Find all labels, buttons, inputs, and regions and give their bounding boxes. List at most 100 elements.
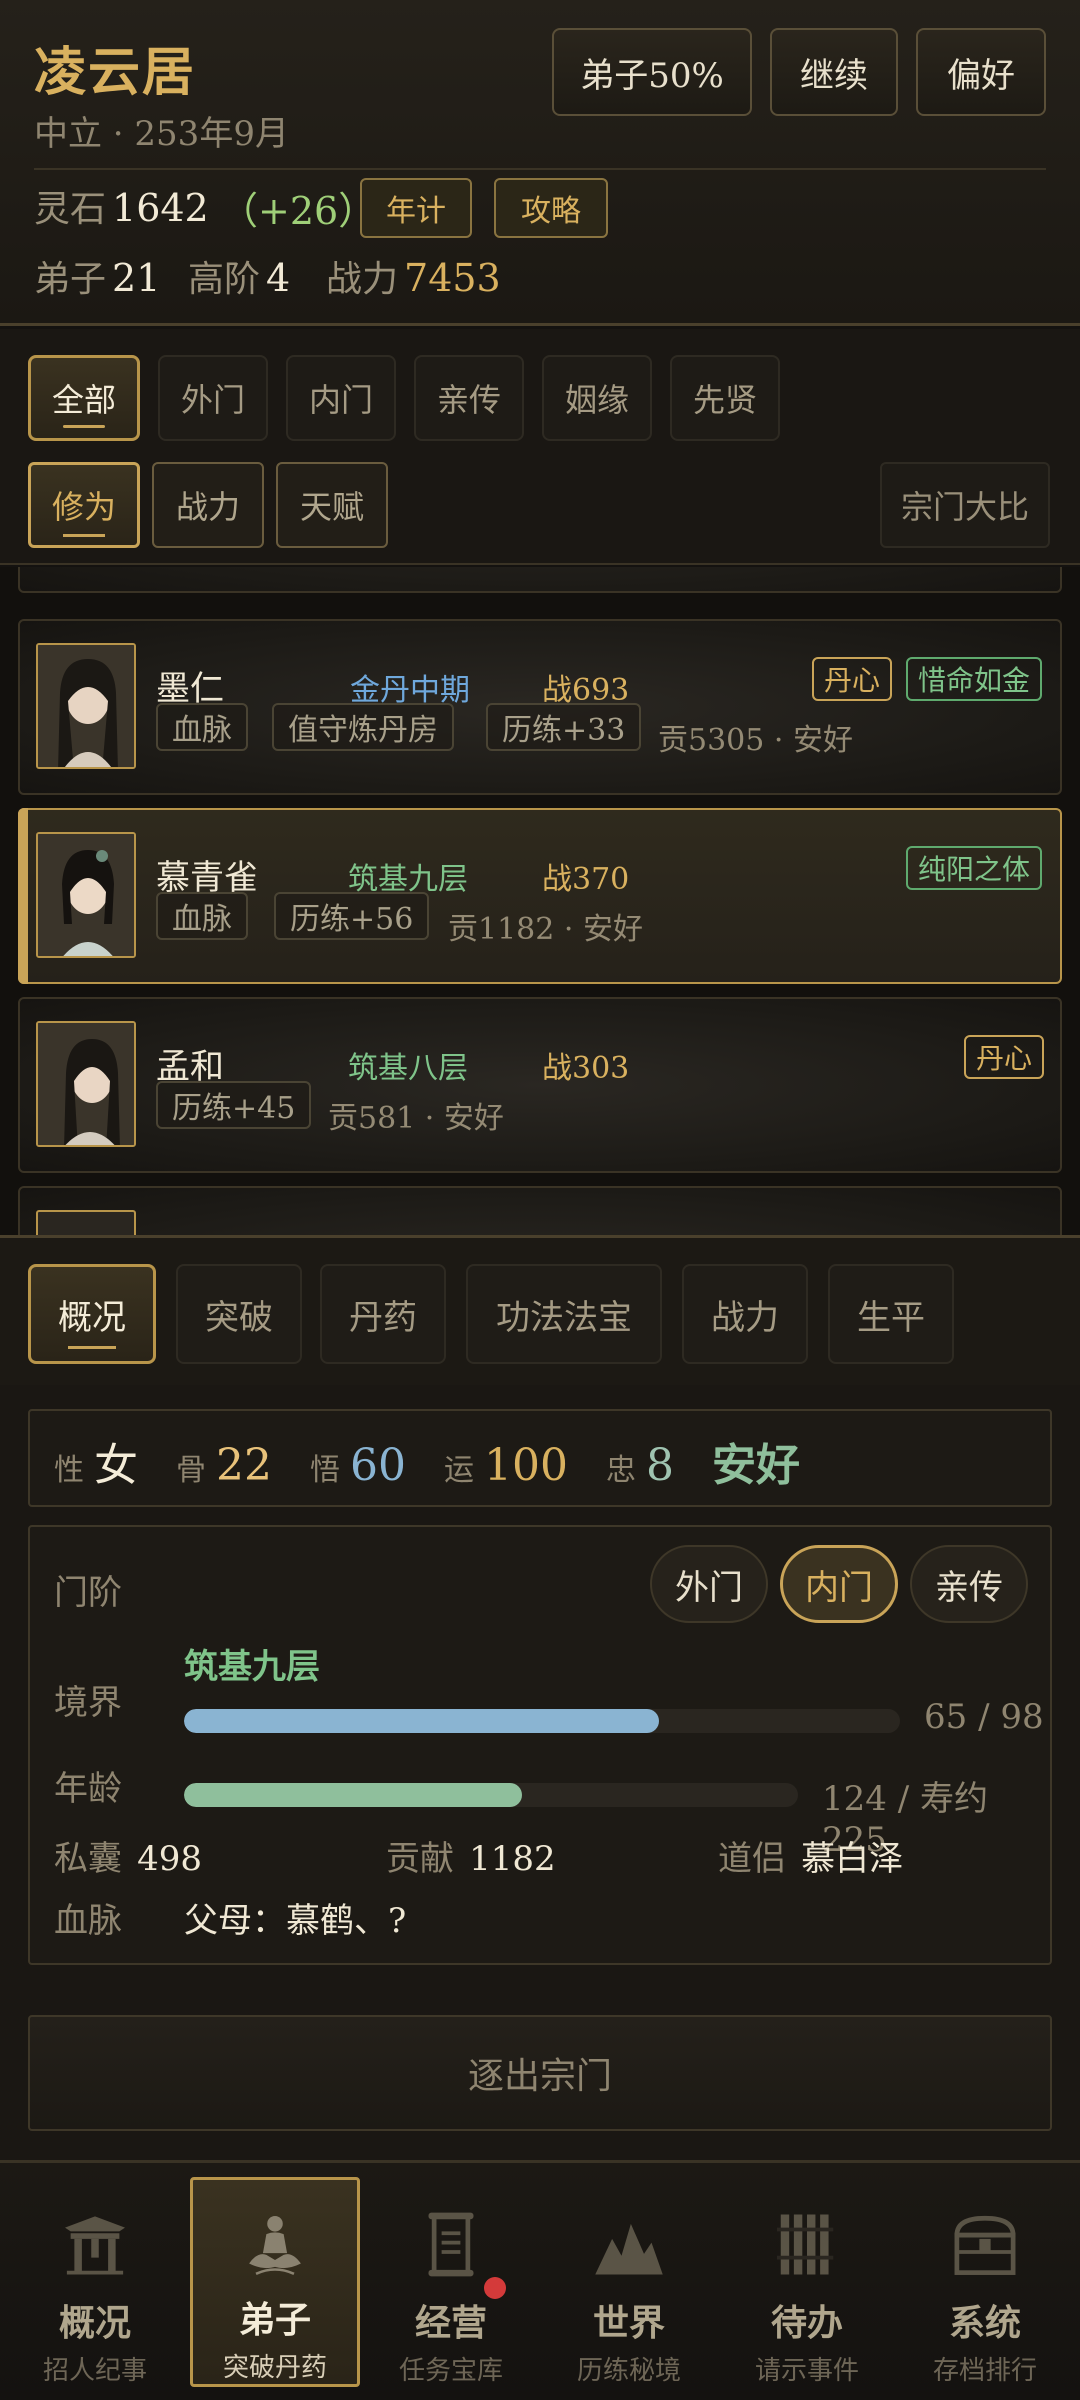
tag-training: 历练+45 (156, 1081, 312, 1129)
age-progress-bar (184, 1783, 798, 1807)
rank-option-direct[interactable]: 亲传 (910, 1545, 1028, 1623)
nav-sublabel: 招人纪事 (42, 2356, 147, 2386)
nav-sublabel: 历练秘境 (576, 2356, 681, 2386)
tag-training: 历练+56 (274, 892, 430, 940)
loyalty-label: 忠 (605, 1453, 636, 1488)
bamboo-slips-icon (777, 2214, 834, 2275)
filter-tab-ancestors[interactable]: 先贤 (670, 355, 780, 441)
bottom-nav: 概况 招人纪事 弟子 突破丹药 经营 任务宝库 世界 历练秘境 待办 请示事件 … (0, 2160, 1080, 2400)
yearly-plan-button[interactable]: 年计 (360, 178, 472, 238)
luck-label: 运 (444, 1453, 474, 1488)
sort-tab-power[interactable]: 战力 (152, 462, 264, 548)
tag-duty: 值守炼丹房 (272, 703, 454, 751)
filter-tab-direct[interactable]: 亲传 (414, 355, 524, 441)
nav-management[interactable]: 经营 任务宝库 (366, 2177, 536, 2387)
nav-label: 弟子 (238, 2299, 311, 2341)
purse-value: 498 (137, 1839, 202, 1879)
rank-option-outer[interactable]: 外门 (650, 1545, 768, 1623)
nav-disciples[interactable]: 弟子 突破丹药 (190, 2177, 360, 2387)
disciple-card[interactable]: 孟和 筑基八层 战303 历练+45 贡581 · 安好 丹心 (18, 997, 1062, 1173)
disciple-card[interactable]: 墨仁 金丹中期 战693 血脉 值守炼丹房 历练+33 贡5305 · 安好 丹… (18, 619, 1062, 795)
senior-count-value: 4 (266, 256, 291, 300)
nav-sublabel: 存档排行 (932, 2356, 1037, 2386)
disciple-list[interactable]: 墨仁 金丹中期 战693 血脉 值守炼丹房 历练+33 贡5305 · 安好 丹… (0, 567, 1080, 1235)
tab-breakthrough[interactable]: 突破 (176, 1264, 302, 1364)
continue-button[interactable]: 继续 (770, 28, 898, 116)
bone-value: 22 (216, 1440, 272, 1491)
nav-label: 经营 (414, 2302, 487, 2344)
sort-tab-talent[interactable]: 天赋 (276, 462, 388, 548)
attribute-row: 性 女 骨 22 悟 60 运 100 忠 8 安好 (28, 1409, 1052, 1507)
gender-value: 女 (94, 1440, 138, 1491)
trait-badge: 惜命如金 (906, 657, 1043, 701)
partner-value: 慕白泽 (801, 1839, 904, 1879)
nav-system[interactable]: 系统 存档排行 (900, 2177, 1070, 2387)
disciple-card-selected[interactable]: 慕青雀 筑基九层 战370 血脉 历练+56 贡1182 · 安好 纯阳之体 (18, 808, 1062, 984)
chest-icon (954, 2215, 1016, 2275)
disciple-ratio-button[interactable]: 弟子50% (552, 28, 752, 116)
sort-tab-cultivation[interactable]: 修为 (28, 462, 140, 548)
nav-sublabel: 突破丹药 (222, 2353, 327, 2383)
senior-count-label: 高阶 (188, 259, 261, 300)
tab-combat-power[interactable]: 战力 (682, 1264, 808, 1364)
guide-button[interactable]: 攻略 (494, 178, 608, 238)
contribution-label: 贡献 (386, 1839, 454, 1879)
nav-label: 概况 (58, 2302, 131, 2344)
purse-label: 私囊 (54, 1839, 122, 1879)
spirit-stone-gain: （+26） (220, 189, 377, 233)
mountain-icon (595, 2223, 663, 2275)
portrait (36, 1210, 136, 1235)
tag-bloodline: 血脉 (156, 892, 248, 940)
disciple-info: 贡581 · 安好 (328, 1101, 504, 1136)
disciple-info: 贡1182 · 安好 (448, 912, 643, 947)
disciple-power: 战370 (542, 862, 630, 897)
realm-progress-bar (184, 1709, 900, 1733)
nav-sublabel: 任务宝库 (398, 2356, 503, 2386)
partner-stat: 道侣 慕白泽 (718, 1831, 903, 1880)
filter-tab-marriage[interactable]: 姻缘 (542, 355, 652, 441)
nav-label: 待办 (770, 2302, 843, 2344)
disciple-info: 贡5305 · 安好 (658, 723, 853, 758)
tag-bloodline: 血脉 (156, 703, 248, 751)
wisdom-value: 60 (350, 1440, 406, 1491)
detail-panel: 性 女 骨 22 悟 60 运 100 忠 8 安好 门阶 外门 内门 亲传 境… (0, 1385, 1080, 2160)
expel-button[interactable]: 逐出宗门 (28, 2015, 1052, 2131)
lineage-label: 血脉 (54, 1901, 122, 1941)
nav-todo[interactable]: 待办 请示事件 (722, 2177, 892, 2387)
filter-tab-inner[interactable]: 内门 (286, 355, 396, 441)
tab-overview[interactable]: 概况 (28, 1264, 156, 1364)
sect-name: 凌云居 (34, 42, 197, 103)
sect-subtitle: 中立 · 253年9月 (34, 114, 289, 154)
tab-biography[interactable]: 生平 (828, 1264, 954, 1364)
realm-value: 筑基九层 (184, 1647, 320, 1687)
disciple-card-partial[interactable] (18, 1186, 1062, 1235)
nav-world[interactable]: 世界 历练秘境 (544, 2177, 714, 2387)
gender-label: 性 (54, 1453, 84, 1488)
disciple-card-partial[interactable] (18, 567, 1062, 593)
preferences-button[interactable]: 偏好 (916, 28, 1046, 116)
disciple-count-label: 弟子 (34, 259, 107, 300)
luck-value: 100 (484, 1440, 568, 1491)
portrait (36, 1021, 136, 1147)
nav-label: 系统 (948, 2302, 1021, 2344)
tab-techniques[interactable]: 功法法宝 (466, 1264, 662, 1364)
rank-option-inner[interactable]: 内门 (780, 1545, 898, 1623)
disciple-count-stat: 弟子 21 (34, 250, 160, 302)
wisdom-label: 悟 (310, 1453, 340, 1488)
sect-compare-button[interactable]: 宗门大比 (880, 462, 1050, 548)
age-progress-fill (184, 1783, 523, 1807)
scroll-icon (428, 2212, 474, 2277)
realm-label: 境界 (54, 1683, 122, 1723)
loyalty-value: 8 (645, 1440, 674, 1491)
nav-overview[interactable]: 概况 招人纪事 (10, 2177, 180, 2387)
filter-tab-all[interactable]: 全部 (28, 355, 140, 441)
tag-training: 历练+33 (486, 703, 642, 751)
disciple-realm: 筑基八层 (348, 1051, 468, 1086)
header: 凌云居 中立 · 253年9月 弟子50% 继续 偏好 灵石 1642 （+26… (0, 0, 1080, 326)
age-label: 年龄 (54, 1769, 122, 1809)
tab-pills[interactable]: 丹药 (320, 1264, 446, 1364)
filter-tab-outer[interactable]: 外门 (158, 355, 268, 441)
gate-icon (65, 2216, 125, 2275)
info-box: 门阶 外门 内门 亲传 境界 筑基九层 65 / 98 年龄 124 / 寿约2… (28, 1525, 1052, 1965)
contribution-stat: 贡献 1182 (386, 1831, 556, 1880)
